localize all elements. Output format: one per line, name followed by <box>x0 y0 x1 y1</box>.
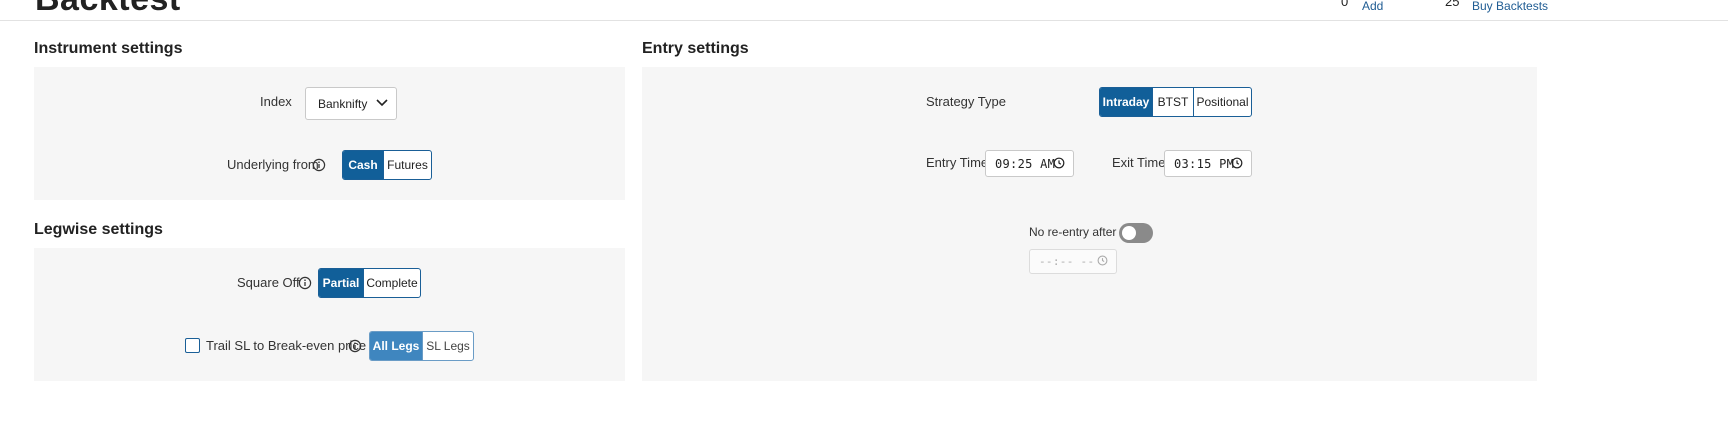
strategy-positional-button[interactable]: Positional <box>1193 88 1251 116</box>
exit-time-input[interactable]: 03:15 PM <box>1164 150 1252 177</box>
no-reentry-time-input[interactable]: --:-- -- <box>1029 249 1117 274</box>
entry-time-value: 09:25 AM <box>995 156 1056 171</box>
underlying-label: Underlying from <box>227 157 319 172</box>
trail-legs-toggle-group: All Legs SL Legs <box>369 331 474 361</box>
square-off-complete-button[interactable]: Complete <box>363 269 420 297</box>
underlying-futures-button[interactable]: Futures <box>383 151 431 179</box>
trail-sl-label: Trail SL to Break-even price <box>206 338 367 353</box>
square-off-toggle-group: Partial Complete <box>318 268 421 298</box>
underlying-cash-button[interactable]: Cash <box>343 151 383 179</box>
entry-settings-panel: Strategy Type Intraday BTST Positional E… <box>642 67 1537 381</box>
no-reentry-label: No re-entry after <box>1029 225 1117 239</box>
square-off-partial-button[interactable]: Partial <box>319 269 363 297</box>
header-divider <box>0 20 1728 21</box>
trail-sl-legs-button[interactable]: SL Legs <box>422 332 473 360</box>
trail-all-legs-button[interactable]: All Legs <box>370 332 422 360</box>
clock-icon[interactable] <box>1053 157 1065 169</box>
info-icon[interactable] <box>298 276 312 290</box>
legwise-settings-heading: Legwise settings <box>34 221 163 238</box>
info-icon[interactable] <box>312 158 326 172</box>
square-off-label: Square Off <box>237 275 300 290</box>
trail-sl-checkbox[interactable] <box>185 338 200 353</box>
underlying-toggle-group: Cash Futures <box>342 150 432 180</box>
add-count: 0 <box>1341 0 1349 9</box>
clock-icon <box>1097 255 1108 266</box>
toggle-knob <box>1122 226 1136 240</box>
backtests-count: 25 <box>1445 0 1460 9</box>
instrument-settings-heading: Instrument settings <box>34 40 183 57</box>
no-reentry-time-placeholder: --:-- -- <box>1039 255 1095 268</box>
add-link[interactable]: Add <box>1362 0 1383 13</box>
exit-time-value: 03:15 PM <box>1174 156 1235 171</box>
info-icon[interactable] <box>348 339 362 353</box>
no-reentry-toggle[interactable] <box>1119 223 1153 243</box>
entry-time-label: Entry Time <box>926 155 989 170</box>
strategy-type-toggle-group: Intraday BTST Positional <box>1099 87 1252 117</box>
entry-settings-heading: Entry settings <box>642 40 749 57</box>
entry-time-input[interactable]: 09:25 AM <box>985 150 1074 177</box>
strategy-btst-button[interactable]: BTST <box>1152 88 1193 116</box>
index-select[interactable]: Banknifty <box>305 87 397 120</box>
clock-icon[interactable] <box>1231 157 1243 169</box>
index-select-value: Banknifty <box>318 96 368 111</box>
chevron-down-icon <box>376 99 388 107</box>
exit-time-label: Exit Time <box>1112 155 1166 170</box>
strategy-type-label: Strategy Type <box>926 94 1006 109</box>
strategy-intraday-button[interactable]: Intraday <box>1100 88 1152 116</box>
instrument-settings-panel: Index Banknifty Underlying from Cash Fut… <box>34 67 625 200</box>
index-label: Index <box>260 94 292 109</box>
legwise-settings-panel: Square Off Partial Complete Trail SL to … <box>34 248 625 381</box>
page-title: Backtest <box>35 0 181 19</box>
buy-backtests-link[interactable]: Buy Backtests <box>1472 0 1548 13</box>
